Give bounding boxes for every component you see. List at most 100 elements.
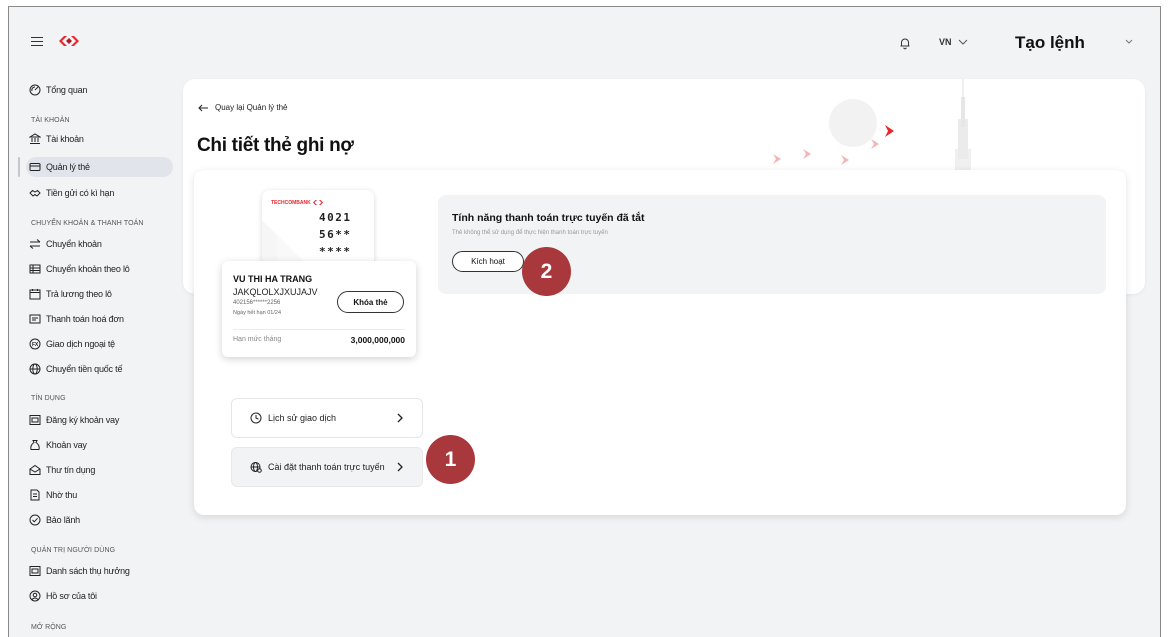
- create-order-label[interactable]: Tạo lệnh: [1015, 33, 1085, 53]
- card-expiry: Ngày hết hạn 01/24: [233, 310, 282, 316]
- back-link-label: Quay lại Quản lý thẻ: [215, 103, 288, 112]
- active-indicator: [18, 157, 20, 177]
- table-icon: [29, 264, 41, 274]
- card-holder-name: VU THI HA TRANG: [233, 274, 313, 284]
- user-circle-icon: [29, 590, 41, 602]
- card-brand-label: TECHCOMBANK: [271, 199, 311, 206]
- activate-button[interactable]: Kích hoạt: [452, 251, 524, 272]
- step-badge-2: 2: [522, 247, 571, 296]
- chevron-down-icon[interactable]: [1124, 38, 1134, 46]
- techcombank-logo[interactable]: [59, 34, 79, 48]
- money-bag-icon: [30, 440, 40, 450]
- sidebar-item-label: Chuyển khoản theo lô: [46, 264, 130, 274]
- sidebar-item-my-profile[interactable]: Hồ sơ của tôi: [29, 586, 97, 606]
- sidebar-item-label: Bảo lãnh: [46, 515, 80, 525]
- bill-icon: [29, 314, 41, 324]
- sidebar-item-overview[interactable]: Tổng quan: [29, 80, 87, 100]
- back-link[interactable]: Quay lại Quản lý thẻ: [198, 103, 287, 112]
- card-number-line: ****: [319, 245, 352, 258]
- sidebar-item-label: Tài khoản: [46, 134, 84, 144]
- sidebar-item-label: Trả lương theo lô: [46, 289, 112, 299]
- dashboard-icon: [29, 84, 41, 96]
- handshake-icon: [29, 189, 41, 197]
- sidebar-section-accounts: TÀI KHOẢN: [31, 117, 70, 124]
- language-selector[interactable]: VN: [939, 37, 968, 47]
- sidebar-item-accounts[interactable]: Tài khoản: [29, 129, 84, 149]
- document-icon: [30, 489, 40, 501]
- sidebar-item-bill-payment[interactable]: Thanh toán hoá đơn: [29, 309, 124, 329]
- sidebar: Tổng quan TÀI KHOẢN Tài khoản Quản lý th…: [9, 77, 181, 637]
- sidebar-item-beneficiary-list[interactable]: Danh sách thụ hưởng: [29, 561, 130, 581]
- step-badge-1: 1: [426, 435, 475, 484]
- globe-icon: [29, 363, 41, 375]
- language-label: VN: [939, 37, 952, 47]
- loan-register-icon: [29, 415, 41, 425]
- sidebar-item-label: Khoản vay: [46, 440, 87, 450]
- sidebar-item-label: Giao dịch ngoại tệ: [46, 339, 115, 349]
- online-payment-settings-label: Cài đặt thanh toán trực tuyến: [268, 462, 385, 472]
- contacts-icon: [29, 566, 41, 576]
- calendar-icon: [29, 289, 41, 300]
- transfer-icon: [29, 239, 41, 249]
- sidebar-item-loan[interactable]: Khoản vay: [29, 435, 87, 455]
- sidebar-item-card-management[interactable]: Quản lý thẻ: [26, 157, 173, 177]
- sidebar-item-collection[interactable]: Nhờ thu: [29, 485, 77, 505]
- svg-text:FX: FX: [32, 342, 39, 348]
- card-company-name: JAKQLOLXJXUJAJV: [233, 287, 318, 297]
- sidebar-item-label: Thanh toán hoá đơn: [46, 314, 124, 324]
- app-frame: VN Tạo lệnh Tổng quan TÀI KHOẢN Tài khoả…: [8, 6, 1161, 637]
- chevron-right-icon: [397, 462, 403, 472]
- sidebar-section-transfer: CHUYỂN KHOẢN & THANH TOÁN: [31, 220, 144, 227]
- clock-icon: [250, 412, 262, 424]
- hamburger-menu-icon[interactable]: [31, 37, 43, 47]
- chevron-right-icon: [397, 413, 403, 423]
- sidebar-item-fx[interactable]: FX Giao dịch ngoại tệ: [29, 334, 115, 354]
- sidebar-item-label: Chuyển tiền quốc tế: [46, 364, 123, 374]
- card-brand: TECHCOMBANK: [271, 199, 323, 206]
- transaction-history-label: Lịch sử giao dịch: [268, 413, 337, 423]
- sidebar-item-label: Tổng quan: [46, 85, 88, 95]
- sidebar-item-label: Tiền gửi có kì hạn: [46, 188, 115, 198]
- sidebar-section-credit: TÍN DỤNG: [31, 395, 66, 402]
- card-info-box: VU THI HA TRANG JAKQLOLXJXUJAJV 402156**…: [222, 261, 416, 357]
- online-payment-settings-button[interactable]: Cài đặt thanh toán trực tuyến: [231, 447, 423, 487]
- transaction-history-button[interactable]: Lịch sử giao dịch: [231, 398, 423, 438]
- monthly-limit-value: 3,000,000,000: [350, 335, 405, 345]
- sidebar-item-loan-registration[interactable]: Đăng ký khoản vay: [29, 410, 119, 430]
- lock-card-button[interactable]: Khóa thẻ: [337, 291, 404, 313]
- monthly-limit-label: Hạn mức tháng: [233, 336, 282, 343]
- sidebar-item-letter-of-credit[interactable]: Thư tín dụng: [29, 460, 95, 480]
- sidebar-item-label: Danh sách thụ hưởng: [46, 566, 130, 576]
- top-header: VN Tạo lệnh: [9, 7, 1160, 77]
- page-title: Chi tiết thẻ ghi nợ: [197, 135, 354, 156]
- sidebar-item-international-transfer[interactable]: Chuyển tiền quốc tế: [29, 359, 122, 379]
- online-payment-description: Thẻ không thể sử dụng để thực hiện thanh…: [452, 230, 608, 236]
- card-number-line: 56**: [319, 228, 352, 241]
- check-circle-icon: [29, 514, 41, 526]
- card-number-line: 4021: [319, 211, 352, 224]
- card-masked-number: 402156******2256: [233, 300, 281, 306]
- sidebar-section-user-admin: QUẢN TRỊ NGƯỜI DÙNG: [31, 547, 116, 554]
- sidebar-item-label: Hồ sơ của tôi: [46, 591, 97, 601]
- sidebar-item-label: Quản lý thẻ: [46, 162, 90, 172]
- sidebar-item-label: Chuyển khoản: [46, 239, 102, 249]
- sidebar-item-label: Đăng ký khoản vay: [46, 415, 120, 425]
- sidebar-item-label: Nhờ thu: [46, 490, 78, 500]
- sidebar-item-transfer[interactable]: Chuyển khoản: [29, 234, 102, 254]
- sidebar-item-batch-payroll[interactable]: Trả lương theo lô: [29, 284, 112, 304]
- sidebar-item-label: Thư tín dụng: [46, 465, 96, 475]
- online-payment-title: Tính năng thanh toán trực tuyến đã tắt: [452, 212, 645, 224]
- bank-icon: [29, 133, 41, 144]
- bell-icon[interactable]: [898, 36, 912, 50]
- brand-diamond-icon: [312, 200, 323, 205]
- fx-icon: FX: [29, 338, 41, 350]
- card-detail-panel: TECHCOMBANK 4021 56** **** VU THI HA TRA…: [194, 170, 1126, 515]
- sidebar-item-batch-transfer[interactable]: Chuyển khoản theo lô: [29, 259, 130, 279]
- card-icon: [29, 163, 41, 171]
- envelope-icon: [29, 464, 41, 475]
- chevron-down-icon: [958, 39, 967, 45]
- sidebar-item-guarantee[interactable]: Bảo lãnh: [29, 510, 80, 530]
- globe-settings-icon: [250, 462, 262, 473]
- divider: [233, 329, 405, 330]
- sidebar-item-term-deposit[interactable]: Tiền gửi có kì hạn: [29, 183, 114, 203]
